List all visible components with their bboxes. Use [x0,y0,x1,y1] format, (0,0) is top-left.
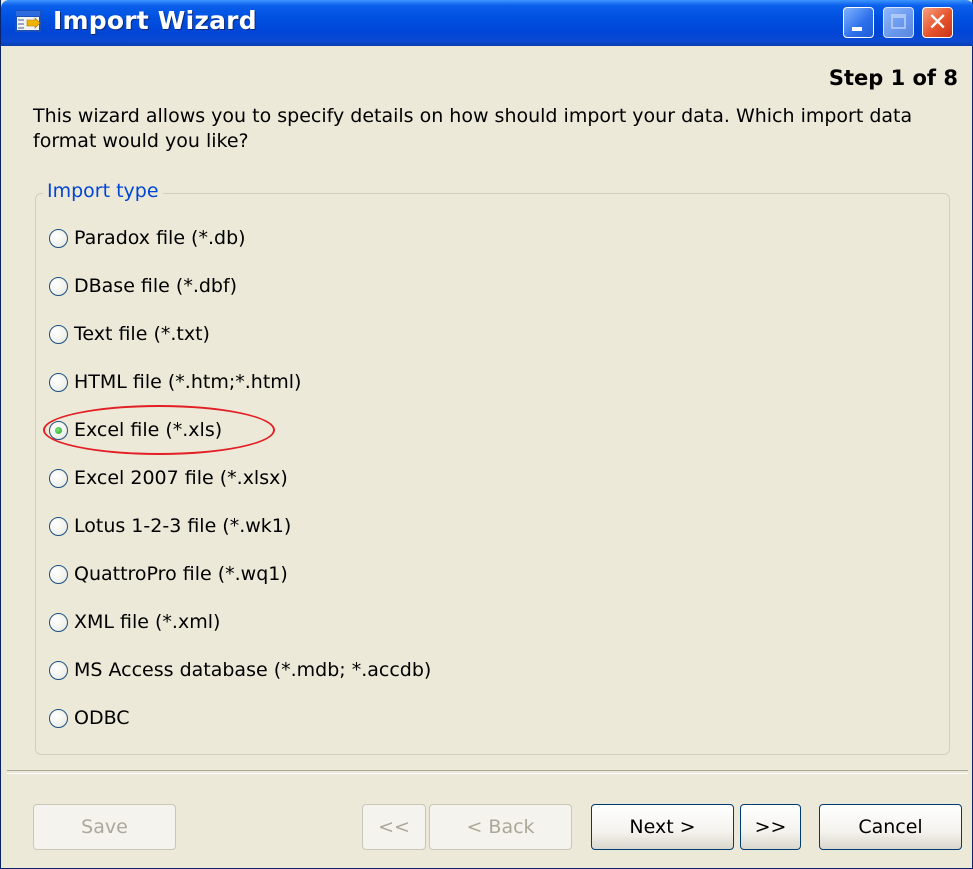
radio-button[interactable] [49,516,68,536]
option-html[interactable]: HTML file (*.htm;*.html) [49,368,301,396]
last-step-button[interactable]: >> [740,804,801,850]
radio-button[interactable] [49,324,68,344]
option-lotus[interactable]: Lotus 1-2-3 file (*.wk1) [49,512,291,540]
first-step-button[interactable]: << [362,804,426,850]
close-icon: ✕ [927,8,948,36]
option-label: MS Access database (*.mdb; *.accdb) [74,659,432,681]
wizard-description: This wizard allows you to specify detail… [33,105,913,152]
maximize-button [883,7,914,38]
selection-highlight-ring [43,405,275,455]
option-label: XML file (*.xml) [74,611,221,633]
close-button[interactable]: ✕ [922,7,953,38]
import-wizard-window: Import Wizard ✕ Step 1 of 8 This wizard … [0,0,973,869]
save-button[interactable]: Save [33,804,176,850]
radio-button[interactable] [49,228,68,248]
cancel-button[interactable]: Cancel [819,804,962,850]
radio-button[interactable] [49,276,68,296]
import-wizard-icon [15,10,41,32]
option-paradox[interactable]: Paradox file (*.db) [49,224,246,252]
next-button[interactable]: Next > [591,804,734,850]
title-bar[interactable]: Import Wizard ✕ [1,0,973,46]
option-label: Lotus 1-2-3 file (*.wk1) [74,515,292,537]
import-type-group-label: Import type [43,180,163,202]
option-quattropro[interactable]: QuattroPro file (*.wq1) [49,560,288,588]
radio-button[interactable] [49,564,68,584]
maximize-icon [891,14,906,29]
option-label: QuattroPro file (*.wq1) [74,563,288,585]
step-indicator: Step 1 of 8 [828,66,958,90]
option-dbase[interactable]: DBase file (*.dbf) [49,272,237,300]
radio-button[interactable] [49,468,68,488]
footer-divider [7,770,968,774]
option-text[interactable]: Text file (*.txt) [49,320,210,348]
option-ms-access[interactable]: MS Access database (*.mdb; *.accdb) [49,656,431,684]
window-title: Import Wizard [53,6,257,35]
minimize-button[interactable] [843,7,874,38]
option-label: Text file (*.txt) [74,323,210,345]
radio-button[interactable] [49,612,68,632]
option-odbc[interactable]: ODBC [49,704,130,732]
option-xml[interactable]: XML file (*.xml) [49,608,220,636]
option-excel-2007[interactable]: Excel 2007 file (*.xlsx) [49,464,288,492]
back-button[interactable]: < Back [429,804,572,850]
minimize-icon [852,27,862,31]
radio-button[interactable] [49,708,68,728]
option-label: Paradox file (*.db) [74,227,246,249]
option-label: DBase file (*.dbf) [74,275,238,297]
option-label: ODBC [74,707,130,729]
radio-button[interactable] [49,660,68,680]
radio-button[interactable] [49,372,68,392]
option-label: HTML file (*.htm;*.html) [74,371,302,393]
option-label: Excel 2007 file (*.xlsx) [74,467,288,489]
